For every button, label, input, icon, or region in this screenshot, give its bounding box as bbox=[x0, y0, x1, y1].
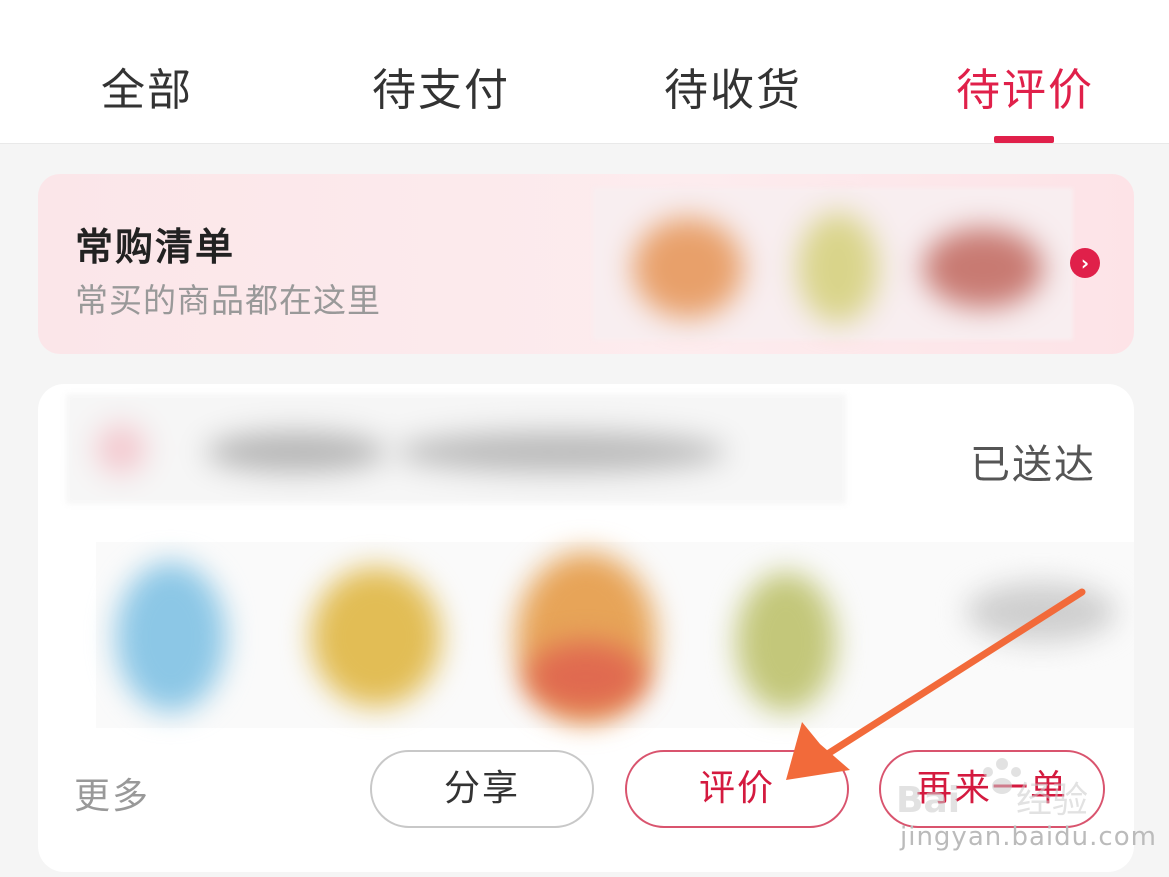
banner-product-thumbnails bbox=[593, 188, 1073, 340]
order-product-images bbox=[96, 542, 1134, 728]
svg-text:经验: 经验 bbox=[1016, 780, 1088, 821]
shop-name-blurred bbox=[66, 394, 846, 504]
svg-text:Bai: Bai bbox=[896, 780, 960, 821]
order-tabs: 全部 待支付 待收货 待评价 bbox=[0, 0, 1169, 144]
order-status: 已送达 bbox=[970, 442, 1096, 488]
more-options-link[interactable]: 更多 bbox=[74, 767, 150, 819]
tab-pending-review[interactable]: 待评价 bbox=[956, 54, 1094, 118]
tab-pending-payment[interactable]: 待支付 bbox=[372, 54, 510, 118]
banner-subtitle: 常买的商品都在这里 bbox=[75, 281, 381, 320]
tab-pending-receipt[interactable]: 待收货 bbox=[664, 54, 802, 118]
review-button[interactable]: 评价 bbox=[625, 750, 849, 828]
banner-title: 常购清单 bbox=[75, 225, 236, 269]
chevron-right-icon: › bbox=[1070, 248, 1100, 278]
share-button[interactable]: 分享 bbox=[370, 750, 594, 828]
watermark-url: jingyan.baidu.com bbox=[900, 822, 1157, 852]
tab-all[interactable]: 全部 bbox=[101, 54, 193, 118]
frequent-purchase-banner[interactable]: 常购清单 常买的商品都在这里 › bbox=[38, 174, 1134, 354]
active-tab-indicator bbox=[994, 136, 1054, 143]
